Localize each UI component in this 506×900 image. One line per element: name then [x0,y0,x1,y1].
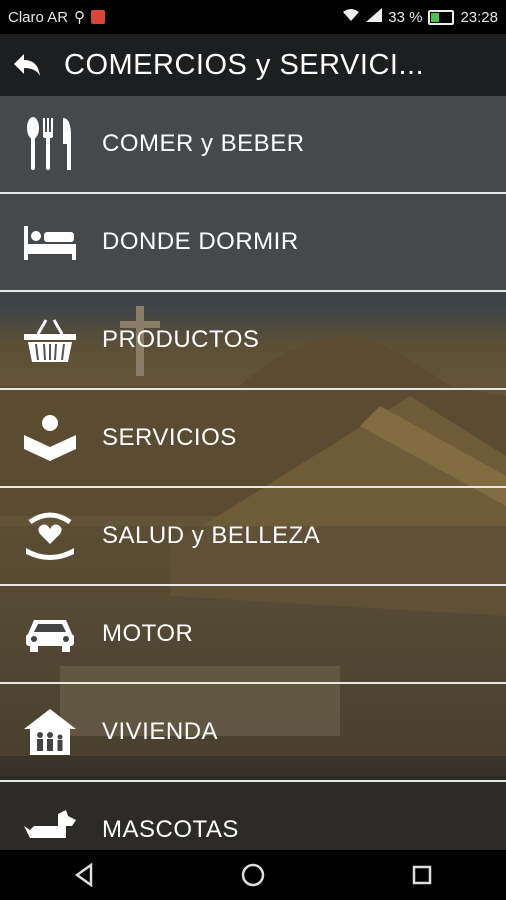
square-recents-icon [412,865,431,885]
battery-icon [428,9,455,25]
circle-home-icon [241,863,265,887]
menu-item-label: SERVICIOS [102,424,237,451]
nav-back-button[interactable] [64,855,104,895]
nav-recents-button[interactable] [402,855,442,895]
basket-icon [22,312,78,368]
menu-item-label: PRODUCTOS [102,326,260,353]
back-arrow-icon [14,54,40,76]
menu-item-vivienda[interactable]: VIVIENDA [0,684,506,782]
menu-item-label: SALUD y BELLEZA [102,522,321,549]
menu-item-motor[interactable]: MOTOR [0,586,506,684]
page-title: COMERCIOS y SERVICI... [64,48,425,81]
utensils-icon [22,116,78,172]
menu-item-label: VIVIENDA [102,718,219,745]
menu-item-comer-y-beber[interactable]: COMER y BEBER [0,96,506,194]
wifi-icon [342,8,360,26]
navigation-bar [0,850,506,900]
bed-icon [22,214,78,270]
heart-hands-icon [22,508,78,564]
menu-item-label: COMER y BEBER [102,130,305,157]
menu-item-label: MOTOR [102,620,194,647]
menu-item-servicios[interactable]: SERVICIOS [0,390,506,488]
category-menu: COMER y BEBER DONDE DORMIR PRODUCTOS SER… [0,96,506,880]
triangle-back-icon [75,863,93,887]
carrier-name: Claro AR [8,8,69,26]
nav-home-button[interactable] [233,855,273,895]
battery-percent: 33 % [388,8,423,26]
signal-icon [366,8,383,26]
app-header: COMERCIOS y SERVICI... [0,34,506,96]
menu-item-donde-dormir[interactable]: DONDE DORMIR [0,194,506,292]
clock: 23:28 [460,8,498,26]
notification-icon [91,10,106,24]
car-icon [22,606,78,662]
menu-item-label: DONDE DORMIR [102,228,299,255]
house-icon [22,704,78,760]
menu-item-salud-y-belleza[interactable]: SALUD y BELLEZA [0,488,506,586]
status-bar: Claro AR ⚲ 33 % 23:28 [0,0,506,34]
usb-icon: ⚲ [74,9,86,26]
menu-item-productos[interactable]: PRODUCTOS [0,292,506,390]
back-button[interactable] [12,50,42,80]
hand-person-icon [22,410,78,466]
menu-item-label: MASCOTAS [102,816,239,843]
